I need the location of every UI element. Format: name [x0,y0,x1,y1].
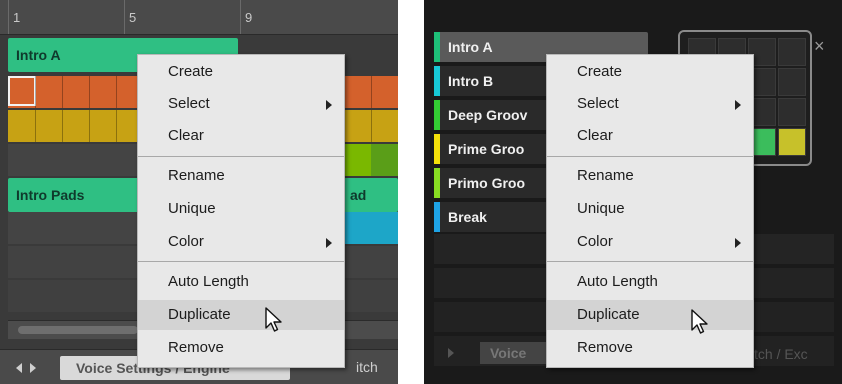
menu-item-auto-length[interactable]: Auto Length [138,267,344,297]
scene-color-bar [434,100,440,130]
play-arrow-icon [448,348,454,358]
scene-color-bar [434,134,440,164]
menu-item-label: Auto Length [168,273,249,290]
menu-item-create[interactable]: Create [547,57,753,87]
scrollbar-thumb[interactable] [18,326,138,334]
menu-item-label: Auto Length [577,273,658,290]
menu-item-label: Clear [577,127,613,144]
menu-item-label: Remove [168,339,224,356]
menu-item-rename[interactable]: Rename [138,161,344,191]
menu-item-label: Color [168,233,204,250]
clip-intro-pads-label: Intro Pads [16,187,85,203]
menu-item-label: Select [168,95,210,112]
scene-label: Primo Groo [448,175,526,191]
scene-color-bar [434,202,440,232]
menu-item-label: Create [577,63,623,80]
menu-item-color[interactable]: Color [138,227,344,257]
ruler-tick [124,0,125,34]
menu-separator [138,261,344,262]
ruler-label-5: 5 [129,10,137,25]
next-arrow-icon[interactable] [30,363,36,373]
selected-cell[interactable] [8,76,36,106]
timeline-ruler[interactable]: 1 5 9 [0,0,398,35]
menu-item-duplicate[interactable]: Duplicate [547,300,753,330]
arranger-panel: 1 5 9 Intro A Intro Pads ad itch Voice S… [0,0,398,384]
scene-color-bar [434,32,440,62]
pad[interactable] [778,38,806,66]
submenu-arrow-icon [735,238,741,248]
menu-item-clear[interactable]: Clear [138,121,344,151]
submenu-arrow-icon [326,100,332,110]
submenu-arrow-icon [735,100,741,110]
menu-item-label: Rename [168,167,225,184]
menu-item-auto-length[interactable]: Auto Length [547,267,753,297]
prev-arrow-icon[interactable] [16,363,22,373]
menu-item-rename[interactable]: Rename [547,161,753,191]
scene-color-bar [434,168,440,198]
pad[interactable] [778,98,806,126]
menu-item-label: Clear [168,127,204,144]
ruler-label-9: 9 [245,10,253,25]
menu-item-select[interactable]: Select [138,89,344,119]
clip-right-fragment[interactable]: ad [342,178,398,212]
menu-separator [547,261,753,262]
menu-item-unique[interactable]: Unique [547,194,753,224]
pad-yellow[interactable] [778,128,806,156]
pad[interactable] [778,68,806,96]
scene-color-bar [434,66,440,96]
submenu-arrow-icon [326,238,332,248]
menu-item-color[interactable]: Color [547,227,753,257]
scene-label: Break [448,209,487,225]
menu-item-label: Unique [577,200,625,217]
ruler-tick [8,0,9,34]
menu-item-create[interactable]: Create [138,57,344,87]
menu-item-label: Color [577,233,613,250]
context-menu-right: Create Select Clear Rename Unique Color … [546,54,754,368]
menu-item-remove[interactable]: Remove [547,333,753,363]
bottom-right-fragment: tch / Exc [754,346,808,362]
mouse-pointer-icon [691,309,708,334]
menu-item-label: Remove [577,339,633,356]
menu-item-label: Select [577,95,619,112]
bottom-right-label: itch [356,359,378,375]
menu-item-unique[interactable]: Unique [138,194,344,224]
mouse-pointer-icon [265,307,282,332]
menu-item-remove[interactable]: Remove [138,333,344,363]
menu-item-label: Unique [168,200,216,217]
clip-intro-a-label: Intro A [16,47,61,63]
menu-item-duplicate[interactable]: Duplicate [138,300,344,330]
menu-separator [138,156,344,157]
close-icon[interactable]: × [814,36,825,57]
scene-label: Intro B [448,73,494,89]
menu-item-select[interactable]: Select [547,89,753,119]
menu-item-clear[interactable]: Clear [547,121,753,151]
menu-item-label: Create [168,63,214,80]
menu-item-label: Rename [577,167,634,184]
clip-right-fragment-label: ad [350,187,367,203]
scene-label: Intro A [448,39,493,55]
scene-panel: Voice tch / Exc Intro A Intro B Deep Gro… [424,0,842,384]
menu-item-label: Duplicate [168,306,231,323]
context-menu-left: Create Select Clear Rename Unique Color … [137,54,345,368]
menu-item-label: Duplicate [577,306,640,323]
scene-label: Prime Groo [448,141,525,157]
menu-separator [547,156,753,157]
ruler-tick [240,0,241,34]
scene-label: Deep Groov [448,107,528,123]
ruler-label-1: 1 [13,10,21,25]
